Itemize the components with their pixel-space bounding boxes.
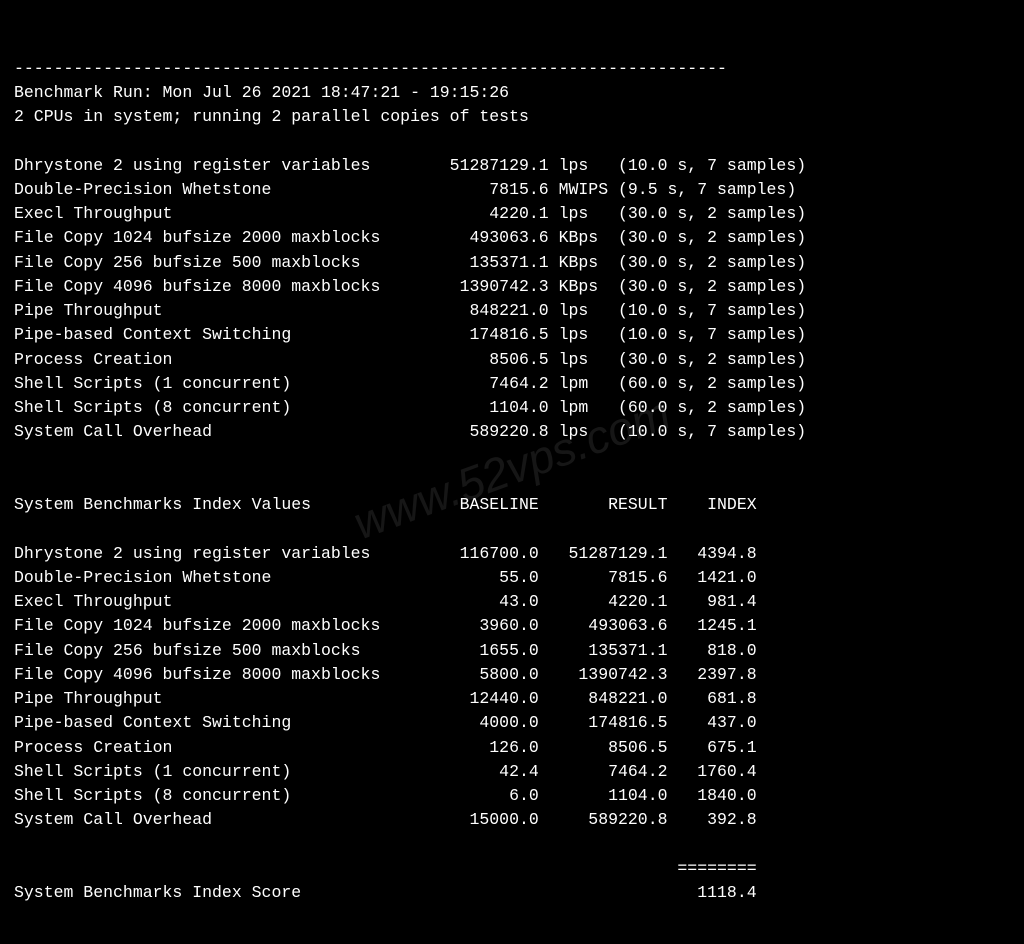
blank-line bbox=[14, 471, 24, 490]
benchmark-run-header: Benchmark Run: Mon Jul 26 2021 18:47:21 … bbox=[14, 83, 509, 102]
index-header-line: System Benchmarks Index Values BASELINE … bbox=[14, 493, 1010, 517]
score-line: System Benchmarks Index Score 1118.4 bbox=[14, 881, 1010, 905]
terminal-output: www.52vps.com --------------------------… bbox=[0, 0, 1024, 944]
blank-line bbox=[14, 131, 24, 150]
divider-line: ----------------------------------------… bbox=[14, 59, 727, 78]
index-values-block: Dhrystone 2 using register variables 116… bbox=[14, 542, 1010, 833]
test-results-block: Dhrystone 2 using register variables 512… bbox=[14, 154, 1010, 445]
cpu-info-line: 2 CPUs in system; running 2 parallel cop… bbox=[14, 107, 529, 126]
score-divider: ======== bbox=[14, 859, 757, 878]
